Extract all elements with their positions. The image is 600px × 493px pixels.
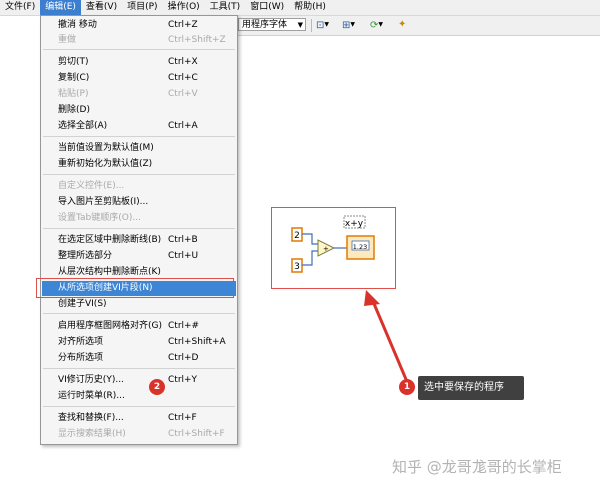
menu-item[interactable]: 启用程序框图网格对齐(G) Ctrl+# <box>42 319 236 334</box>
menu-item-shortcut: Ctrl+Shift+F <box>168 429 225 439</box>
menu-item-label: 剪切(T) <box>58 57 89 67</box>
numeric-constant-b-text: 3 <box>294 262 300 272</box>
menu-item-label: 导入图片至剪贴板(I)... <box>58 197 149 207</box>
menu-item[interactable]: 复制(C) Ctrl+C <box>42 71 236 86</box>
menu-item-shortcut: Ctrl+Shift+Z <box>168 35 226 45</box>
menu-item-shortcut: Ctrl+U <box>168 251 199 261</box>
menu-item-shortcut: Ctrl+V <box>168 89 198 99</box>
menu-item-label: 分布所选项 <box>58 353 104 363</box>
arrow-1-shaft <box>370 298 410 385</box>
numeric-constant-a-text: 2 <box>294 231 300 241</box>
menu-item-label: 重做 <box>58 35 77 45</box>
menu-item-shortcut: Ctrl+D <box>168 353 199 363</box>
menu-separator <box>43 136 235 137</box>
menu-item-highlight-box <box>36 278 234 298</box>
menu-item[interactable]: 剪切(T) Ctrl+X <box>42 55 236 70</box>
menu-item: 自定义控件(E)... <box>42 179 236 194</box>
menu-item-label: 创建子VI(S) <box>58 299 107 309</box>
callout-2: 2 <box>149 379 165 395</box>
menu-item[interactable]: 整理所选部分 Ctrl+U <box>42 249 236 264</box>
menu-item: 显示搜索结果(H) Ctrl+Shift+F <box>42 427 236 442</box>
menu-item-label: 重新初始化为默认值(Z) <box>58 159 153 169</box>
block-diagram[interactable]: 2 3 + x+y 1.23 <box>291 215 375 273</box>
menu-item[interactable]: 选择全部(A) Ctrl+A <box>42 119 236 134</box>
wire-b <box>302 250 318 266</box>
menu-item[interactable]: 分布所选项 Ctrl+D <box>42 351 236 366</box>
menu-item[interactable]: 删除(D) <box>42 103 236 118</box>
menu-item-shortcut: Ctrl+Z <box>168 20 198 30</box>
menu-item-shortcut: Ctrl+Shift+A <box>168 337 226 347</box>
menu-item-label: 在选定区域中删除断线(B) <box>58 235 162 245</box>
menu-item-shortcut: Ctrl+Y <box>168 375 198 385</box>
menu-separator <box>43 368 235 369</box>
menu-separator <box>43 406 235 407</box>
menu-item: 重做 Ctrl+Shift+Z <box>42 33 236 48</box>
menu-item-label: 自定义控件(E)... <box>58 181 125 191</box>
menu-item-shortcut: Ctrl+X <box>168 57 198 67</box>
menu-item[interactable]: 查找和替换(F)... Ctrl+F <box>42 411 236 426</box>
menu-item[interactable]: 重新初始化为默认值(Z) <box>42 157 236 172</box>
menu-item-label: 对齐所选项 <box>58 337 104 347</box>
menu-item-label: 选择全部(A) <box>58 121 108 131</box>
watermark: 知乎 @龙哥尨哥的长掌柜 <box>392 458 562 476</box>
menu-item[interactable]: VI修订历史(Y)... Ctrl+Y <box>42 373 236 388</box>
add-function-plus: + <box>323 245 329 253</box>
menu-item-label: 复制(C) <box>58 73 90 83</box>
edit-dropdown-menu: 撤消 移动 Ctrl+Z 重做 Ctrl+Shift+Z 剪切(T) Ctrl+X 复制(C… <box>40 15 238 445</box>
wire-a <box>302 233 318 245</box>
menu-item[interactable]: 撤消 移动 Ctrl+Z <box>42 18 236 33</box>
menu-item-label: VI修订历史(Y)... <box>58 375 124 385</box>
menu-item-label: 删除(D) <box>58 105 90 115</box>
menu-item[interactable]: 当前值设置为默认值(M) <box>42 141 236 156</box>
menu-item-shortcut: Ctrl+# <box>168 321 200 331</box>
menu-item-label: 当前值设置为默认值(M) <box>58 143 154 153</box>
menu-item[interactable]: 对齐所选项 Ctrl+Shift+A <box>42 335 236 350</box>
menu-item-label: 启用程序框图网格对齐(G) <box>58 321 162 331</box>
menu-separator <box>43 49 235 50</box>
menu-item-label: 设置Tab键顺序(O)... <box>58 213 141 223</box>
menu-item-label: 运行时菜单(R)... <box>58 391 125 401</box>
menu-item: 粘贴(P) Ctrl+V <box>42 87 236 102</box>
menu-item[interactable]: 运行时菜单(R)... <box>42 389 236 404</box>
menu-item-label: 整理所选部分 <box>58 251 113 261</box>
menu-item-shortcut: Ctrl+F <box>168 413 197 423</box>
menu-item: 设置Tab键顺序(O)... <box>42 211 236 226</box>
menu-item-shortcut: Ctrl+C <box>168 73 198 83</box>
callout-1: 1 <box>399 379 415 395</box>
menu-item-label: 查找和替换(F)... <box>58 413 124 423</box>
menu-item[interactable]: 导入图片至剪贴板(I)... <box>42 195 236 210</box>
menu-separator <box>43 228 235 229</box>
menu-item-label: 显示搜索结果(H) <box>58 429 126 439</box>
menu-item-label: 粘贴(P) <box>58 89 89 99</box>
arrow-1-head <box>364 290 380 306</box>
menu-item[interactable]: 在选定区域中删除断线(B) Ctrl+B <box>42 233 236 248</box>
menu-separator <box>43 174 235 175</box>
indicator-value: 1.23 <box>353 243 367 251</box>
indicator-label: x+y <box>345 219 364 229</box>
tooltip-caption: 选中要保存的程序 <box>418 376 524 400</box>
menu-separator <box>43 313 235 314</box>
menu-item-shortcut: Ctrl+B <box>168 235 198 245</box>
menu-item[interactable]: 创建子VI(S) <box>42 297 236 312</box>
menu-item-shortcut: Ctrl+A <box>168 121 198 131</box>
menu-item-label: 撤消 移动 <box>58 20 97 30</box>
